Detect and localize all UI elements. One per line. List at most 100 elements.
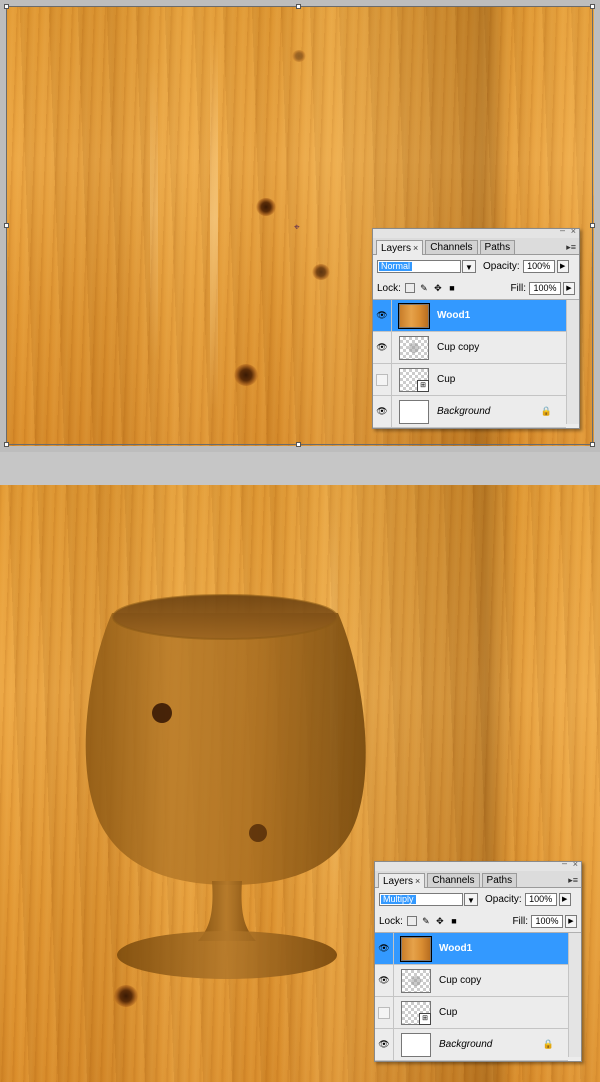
layer-name[interactable]: Cup copy	[437, 342, 479, 353]
minimize-icon[interactable]: –	[562, 858, 567, 868]
close-icon[interactable]: ×	[571, 226, 576, 236]
tab-label: Paths	[484, 242, 511, 253]
transform-handle[interactable]	[4, 4, 9, 9]
eye-icon[interactable]: 👁	[375, 933, 394, 964]
layer-name[interactable]: Cup	[437, 374, 455, 385]
tab-paths[interactable]: Paths	[481, 873, 518, 887]
tab-label: Channels	[430, 242, 473, 253]
layer-row[interactable]: ⊞ Cup	[375, 997, 568, 1029]
layer-row[interactable]: 👁 Background 🔒	[373, 396, 566, 428]
tab-layers[interactable]: Layers ×	[378, 873, 426, 888]
layer-thumbnail[interactable]	[401, 1032, 431, 1057]
fill-input[interactable]: 100%	[531, 914, 563, 928]
eye-icon[interactable]: 👁	[373, 300, 392, 331]
layers-scrollbar[interactable]	[566, 300, 579, 424]
transform-handle[interactable]	[590, 4, 595, 9]
wood-knot	[152, 703, 172, 723]
layer-row[interactable]: 👁 Wood1	[373, 300, 566, 332]
blend-mode-select[interactable]: Multiply ▼	[379, 892, 478, 906]
eye-icon[interactable]: 👁	[373, 332, 392, 363]
transform-handle[interactable]	[4, 442, 9, 447]
blend-row: Normal ▼ Opacity: 100% ▶	[373, 255, 579, 277]
blend-mode-select[interactable]: Normal ▼	[377, 259, 476, 273]
layers-scrollbar[interactable]	[568, 933, 581, 1057]
tab-paths[interactable]: Paths	[479, 240, 516, 254]
lock-move-icon[interactable]: ✥	[435, 916, 445, 926]
layer-thumbnail[interactable]	[401, 968, 431, 993]
chevron-right-icon[interactable]: ▶	[556, 259, 569, 273]
minimize-icon[interactable]: –	[560, 225, 565, 235]
layer-row[interactable]: ⊞ Cup	[373, 364, 566, 396]
opacity-label: Opacity:	[485, 893, 522, 905]
chevron-right-icon[interactable]: ▶	[565, 914, 577, 928]
smart-object-icon: ⊞	[419, 1012, 431, 1025]
layers-panel: – × Layers × Channels Paths ▸≡ Normal ▼ O…	[372, 225, 580, 429]
lock-label: Lock:	[379, 915, 403, 927]
visibility-toggle[interactable]	[373, 364, 392, 395]
panel-titlebar[interactable]: – ×	[375, 858, 581, 871]
layers-panel: – × Layers × Channels Paths ▸≡ Multiply ▼…	[374, 858, 582, 1062]
transform-handle[interactable]	[590, 442, 595, 447]
transform-handle[interactable]	[590, 223, 595, 228]
chevron-right-icon[interactable]: ▶	[563, 281, 575, 295]
layer-row[interactable]: 👁 Cup copy	[373, 332, 566, 364]
blend-row: Multiply ▼ Opacity: 100% ▶	[375, 888, 581, 910]
layer-thumbnail[interactable]: ⊞	[401, 1000, 431, 1025]
tab-channels[interactable]: Channels	[425, 240, 478, 254]
chevron-down-icon[interactable]: ▼	[464, 892, 478, 906]
transform-center-point[interactable]: ⌖	[294, 222, 300, 233]
layer-row[interactable]: 👁 Wood1	[375, 933, 568, 965]
layer-thumbnail[interactable]	[399, 399, 429, 424]
close-icon[interactable]: ×	[573, 859, 578, 869]
transform-handle[interactable]	[296, 4, 301, 9]
eye-icon[interactable]: 👁	[375, 1029, 394, 1060]
lock-transparency-icon[interactable]	[404, 283, 415, 293]
tab-channels[interactable]: Channels	[427, 873, 480, 887]
lock-icon[interactable]: ■	[449, 916, 459, 926]
chevron-down-icon[interactable]: ▼	[462, 259, 476, 273]
lock-icon: 🔒	[542, 1039, 554, 1049]
layer-row[interactable]: 👁 Background 🔒	[375, 1029, 568, 1061]
transform-handle[interactable]	[296, 442, 301, 447]
visibility-toggle[interactable]	[375, 997, 394, 1028]
wood-grain-highlight	[210, 30, 218, 410]
wooden-cup-artwork	[85, 594, 366, 979]
layer-name[interactable]: Wood1	[439, 943, 472, 954]
lock-move-icon[interactable]: ✥	[433, 283, 443, 293]
layer-name[interactable]: Cup	[439, 1007, 457, 1018]
chevron-right-icon[interactable]: ▶	[558, 892, 571, 906]
lock-brush-icon[interactable]: ✎	[419, 283, 429, 293]
tab-close-icon[interactable]: ×	[413, 243, 418, 253]
tab-close-icon[interactable]: ×	[415, 876, 420, 886]
layer-name[interactable]: Cup copy	[439, 975, 481, 986]
layer-thumbnail[interactable]	[398, 302, 430, 329]
top-document-canvas[interactable]: ⌖ – × Layers × Channels Paths ▸≡ Normal ▼…	[0, 0, 600, 452]
wood-knot	[292, 50, 306, 62]
layer-name[interactable]: Background	[437, 406, 490, 417]
canvas-separator	[0, 452, 600, 485]
panel-menu-icon[interactable]: ▸≡	[566, 242, 576, 253]
opacity-input[interactable]: 100%	[522, 259, 555, 273]
lock-transparency-icon[interactable]	[406, 916, 417, 926]
bottom-document-canvas[interactable]: – × Layers × Channels Paths ▸≡ Multiply ▼…	[0, 485, 600, 1082]
transform-handle[interactable]	[4, 223, 9, 228]
layer-name[interactable]: Wood1	[437, 310, 470, 321]
opacity-label: Opacity:	[483, 260, 520, 272]
lock-brush-icon[interactable]: ✎	[421, 916, 431, 926]
panel-menu-icon[interactable]: ▸≡	[568, 875, 578, 886]
tab-label: Paths	[486, 875, 513, 886]
layer-name[interactable]: Background	[439, 1039, 492, 1050]
layer-thumbnail[interactable]	[400, 935, 432, 962]
panel-tabs: Layers × Channels Paths ▸≡	[373, 238, 579, 255]
eye-icon[interactable]: 👁	[373, 396, 392, 427]
wood-knot	[312, 264, 330, 280]
eye-icon[interactable]: 👁	[375, 965, 394, 996]
layer-row[interactable]: 👁 Cup copy	[375, 965, 568, 997]
fill-input[interactable]: 100%	[529, 281, 561, 295]
lock-icon[interactable]: ■	[447, 283, 457, 293]
layer-thumbnail[interactable]: ⊞	[399, 367, 429, 392]
opacity-input[interactable]: 100%	[524, 892, 557, 906]
layer-thumbnail[interactable]	[399, 335, 429, 360]
tab-layers[interactable]: Layers ×	[376, 240, 424, 255]
panel-titlebar[interactable]: – ×	[373, 225, 579, 238]
